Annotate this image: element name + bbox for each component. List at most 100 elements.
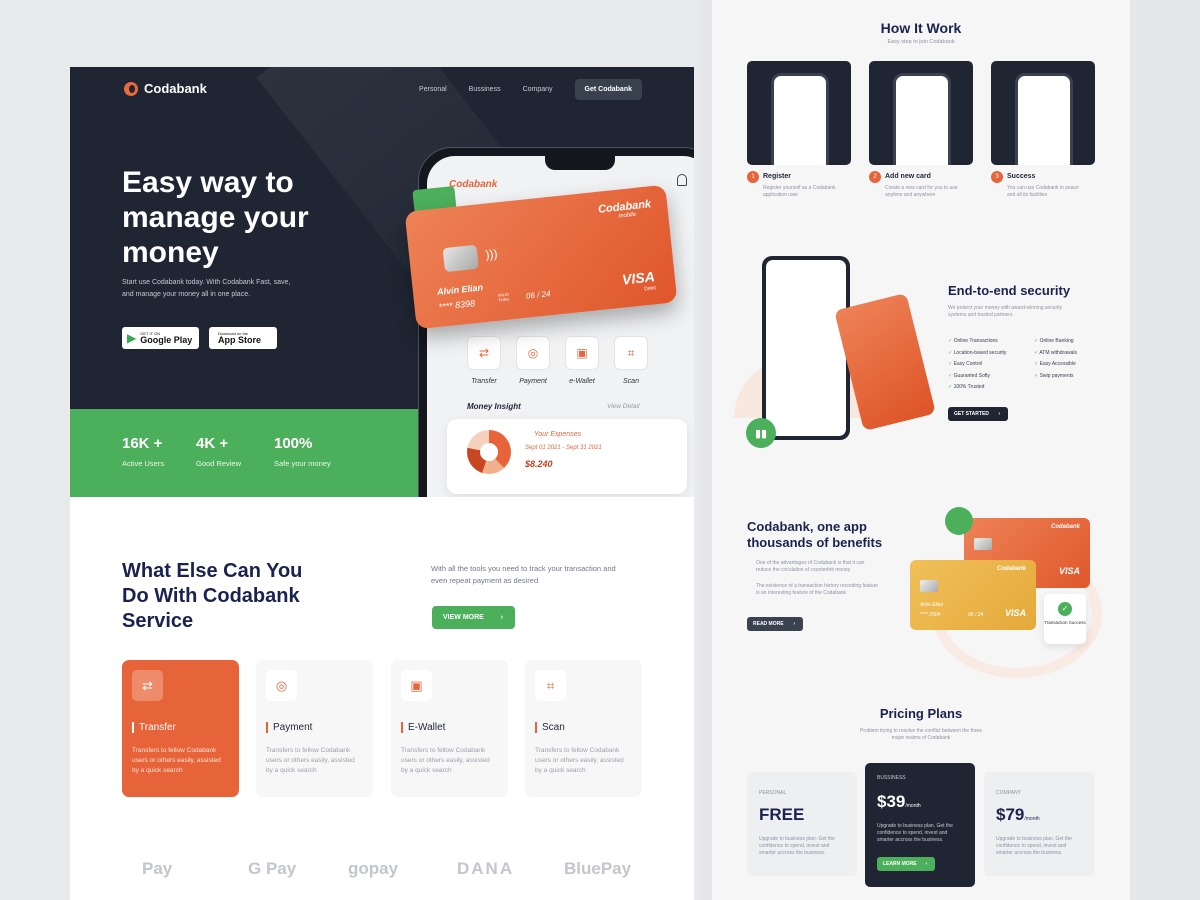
get-started-button[interactable]: GET STARTED ›: [948, 407, 1008, 421]
bluepay-logo: BluePay: [564, 859, 632, 878]
donut-chart: [467, 430, 511, 474]
step-number: 3: [991, 171, 1003, 183]
transfer-icon[interactable]: ⇄: [467, 336, 501, 370]
get-codabank-button[interactable]: Get Codabank: [574, 79, 642, 100]
feature-item: ✓ Guaranted Softy: [948, 372, 991, 379]
services-description: With all the tools you need to track you…: [431, 564, 616, 585]
benefits-title: Codabank, one app thousands of benefits: [747, 519, 883, 550]
stat-safe-money: 100% Safe your money: [274, 435, 331, 468]
google-pay-logo: G Pay: [248, 859, 297, 878]
feature-item: ✓ Swip payments: [1034, 372, 1074, 379]
security-features-left: ✓ Online Transactions ✓ Location-based s…: [948, 336, 1033, 394]
service-card-transfer[interactable]: ⇄ Transfer Transfers to fellow Codabank …: [122, 660, 239, 797]
chevron-right-icon: ›: [998, 411, 1000, 417]
step-desc: Register yourself as a Codabank applicat…: [763, 185, 836, 198]
security-description: We protect your money with award-winning…: [948, 305, 1063, 318]
chart-icon: ▮▮: [746, 418, 776, 448]
chevron-right-icon: ›: [925, 861, 927, 867]
google-play-icon: ▶: [127, 331, 137, 345]
services-title: What Else Can You Do With Codabank Servi…: [122, 560, 303, 632]
money-insight-title: Money Insight: [467, 402, 521, 411]
security-phone-mockup: [762, 256, 850, 440]
feature-item: ✓ Online Transactions: [948, 338, 998, 344]
pricing-subtitle: Problem trying to resolve the conflict b…: [859, 728, 982, 741]
service-card-scan[interactable]: ⌗ Scan Transfers to fellow Codabank user…: [525, 660, 642, 797]
feature-item: ✓ 100% Trusted: [948, 384, 985, 390]
contactless-icon: ))): [484, 246, 499, 262]
phone-mockup: [893, 73, 951, 165]
how-it-work-title: How It Work: [880, 20, 962, 36]
hero-title: Easy way to manage your money: [122, 166, 309, 269]
benefit-bullet: The existence of a transaction history r…: [756, 583, 879, 596]
feature-item: ✓ Easy Control: [948, 361, 983, 367]
dana-logo: DANA: [457, 859, 515, 878]
plan-personal[interactable]: PERSONAL FREE Upgrade to business plan. …: [747, 772, 857, 876]
step-desc: You can use Codabank in peace and all it…: [1007, 185, 1079, 198]
wallet-icon: [945, 507, 973, 535]
feature-item: ✓ ATM withdrawals: [1034, 349, 1078, 356]
payment-icon[interactable]: ◎: [516, 336, 550, 370]
hero-subtitle: Start use Codabank today. With Codabank …: [122, 279, 291, 298]
pricing-title: Pricing Plans: [879, 706, 963, 721]
view-detail-link[interactable]: View Detail: [607, 403, 639, 410]
feature-item: ✓ Location-based security: [948, 349, 1007, 356]
step-desc: Create a new card for you to use anytime…: [885, 185, 958, 198]
step-image-register: [747, 61, 851, 165]
logo-icon: [124, 81, 138, 96]
chip-icon: [442, 244, 479, 273]
step-number: 2: [869, 171, 881, 183]
action-label: e-Wallet: [569, 378, 595, 385]
right-page: How It Work Easy step to join Codabank 1…: [712, 0, 1130, 900]
step-title: Success: [1007, 173, 1036, 180]
brand-logo[interactable]: Codabank: [124, 81, 207, 96]
phone-mockup: [1015, 73, 1073, 165]
action-label: Scan: [623, 378, 639, 385]
wallet-icon: ▣: [401, 670, 432, 701]
wallet-icon[interactable]: ▣: [565, 336, 599, 370]
scan-icon: ⌗: [535, 670, 566, 701]
scan-icon[interactable]: ⌗: [614, 336, 648, 370]
step-title: Add new card: [885, 173, 931, 180]
chip-icon: [920, 580, 938, 592]
phone-mockup: [771, 73, 829, 165]
benefit-bullet: One of the advantages of Codabank is tha…: [756, 560, 865, 573]
step-image-add-card: [869, 61, 973, 165]
top-nav: Personal Bussiness Company Get Codabank: [419, 79, 642, 100]
stat-active-users: 16K + Active Users: [122, 435, 165, 468]
step-title: Register: [763, 173, 792, 180]
chevron-right-icon: ›: [793, 621, 795, 627]
benefit-card-yellow: Codabank Alvin Elian **** 2504 06 / 24 V…: [910, 560, 1036, 630]
step-number: 1: [747, 171, 759, 183]
plan-business[interactable]: BUSSINESS $39/month Upgrade to business …: [865, 763, 975, 887]
brand-name: Codabank: [144, 81, 207, 96]
payment-icon: ◎: [266, 670, 297, 701]
gopay-logo: gopay: [348, 859, 399, 878]
chevron-right-icon: ›: [500, 614, 503, 621]
bell-icon[interactable]: [677, 174, 687, 186]
expenses-card: Your Expenses Sept 01 2021 - Sept 31 202…: [447, 419, 687, 494]
feature-item: ✓ Online Banking: [1034, 338, 1074, 344]
service-card-ewallet[interactable]: ▣ E-Wallet Transfers to fellow Codabank …: [391, 660, 508, 797]
plan-company[interactable]: COMPANY $79/month Upgrade to business pl…: [984, 772, 1094, 876]
action-label: Transfer: [471, 378, 497, 385]
view-more-button[interactable]: VIEW MORE ›: [432, 606, 515, 629]
left-page: Codabank Personal Bussiness Company Get …: [0, 0, 700, 900]
how-it-work-subtitle: Easy step to join Codabank: [887, 39, 955, 45]
google-play-button[interactable]: ▶ GET IT ON Google Play: [122, 327, 199, 349]
feature-item: ✓ Easy Accessible: [1034, 361, 1076, 367]
apple-pay-logo: Pay: [142, 859, 173, 878]
transfer-icon: ⇄: [132, 670, 163, 701]
security-title: End-to-end security: [948, 283, 1071, 298]
read-more-button[interactable]: READ MORE ›: [747, 617, 803, 631]
nav-company[interactable]: Company: [523, 86, 553, 93]
learn-more-button[interactable]: LEARN MORE ›: [877, 857, 935, 871]
nav-business[interactable]: Bussiness: [469, 86, 501, 93]
app-store-button[interactable]: Download on the App Store: [209, 327, 277, 349]
action-label: Payment: [519, 378, 547, 385]
chip-icon: [974, 538, 992, 550]
service-card-payment[interactable]: ◎ Payment Transfers to fellow Codabank u…: [256, 660, 373, 797]
stat-good-review: 4K + Good Review: [196, 435, 242, 468]
phone-brand: Codabank: [449, 179, 498, 190]
security-features-right: ✓ Online Banking ✓ ATM withdrawals ✓ Eas…: [1034, 336, 1114, 382]
nav-personal[interactable]: Personal: [419, 86, 447, 93]
